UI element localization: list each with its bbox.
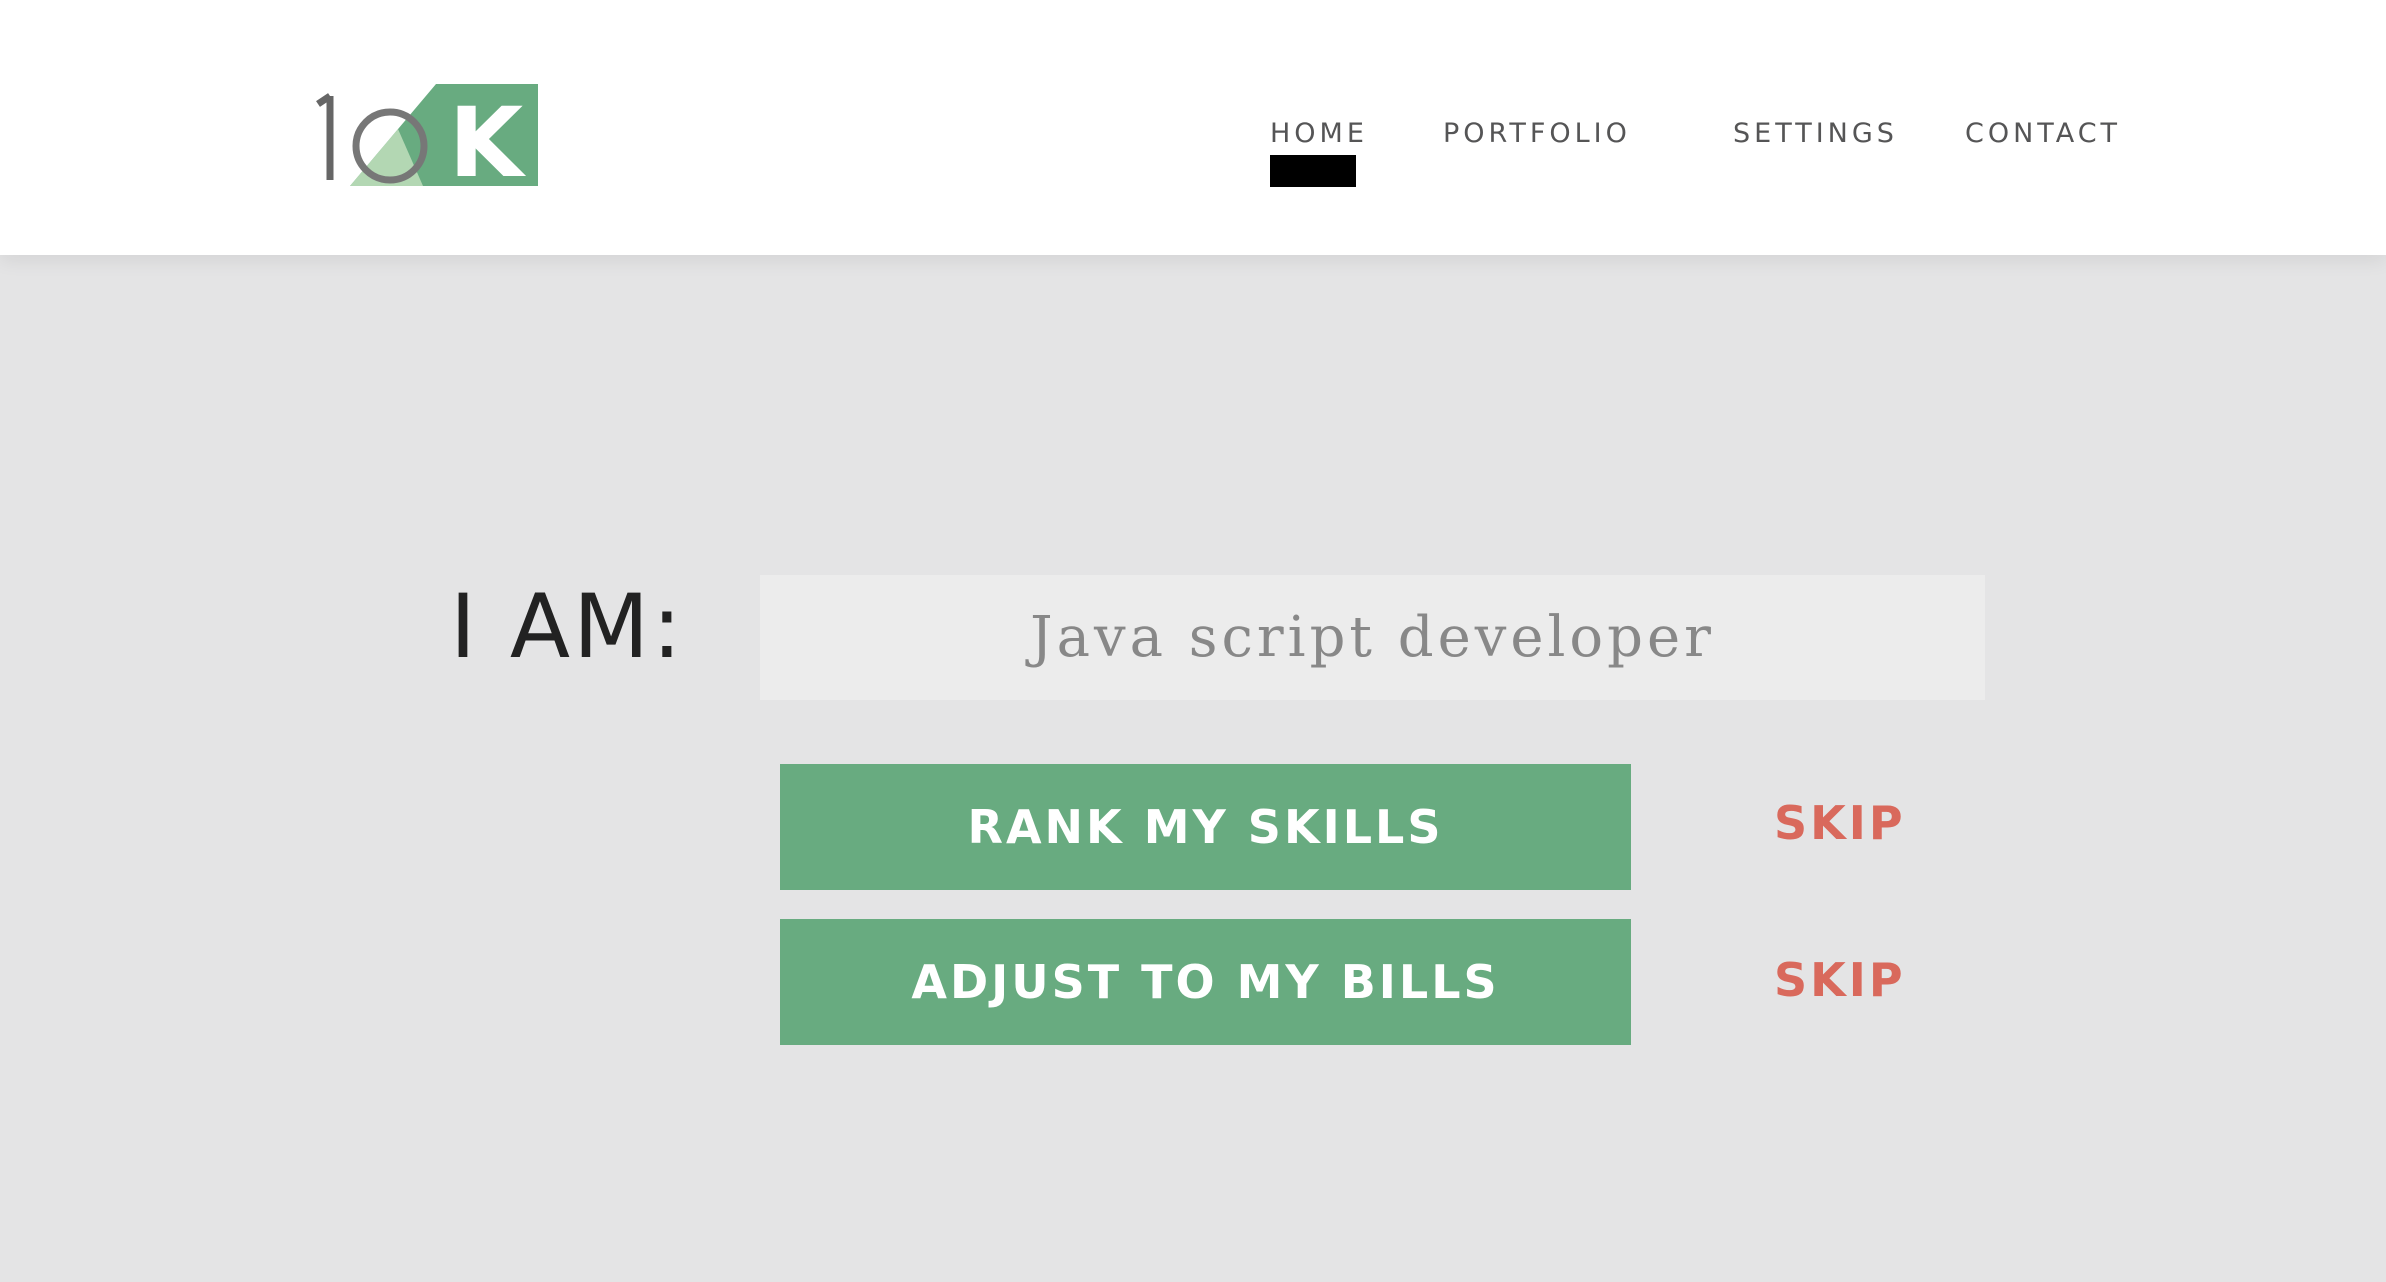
logo-letter-k: K xyxy=(449,87,527,186)
nav-home[interactable]: HOME xyxy=(1270,118,1368,149)
logo[interactable]: K 10 xyxy=(308,84,538,186)
logo-digits-text: 10 xyxy=(308,84,310,85)
i-am-label: I AM: xyxy=(450,575,685,678)
nav-portfolio[interactable]: PORTFOLIO xyxy=(1443,118,1631,149)
nav-settings[interactable]: SETTINGS xyxy=(1733,118,1898,149)
skip-bills-link[interactable]: SKIP xyxy=(1774,957,1906,1003)
skip-rank-link[interactable]: SKIP xyxy=(1774,800,1906,846)
adjust-to-my-bills-button[interactable]: ADJUST TO MY BILLS xyxy=(780,919,1631,1045)
site-header: K 10 HOME PORTFOLIO SETTINGS CONTACT xyxy=(0,0,2386,255)
nav-contact[interactable]: CONTACT xyxy=(1965,118,2121,149)
rank-my-skills-button[interactable]: RANK MY SKILLS xyxy=(780,764,1631,890)
nav-active-indicator xyxy=(1270,155,1356,187)
role-input[interactable] xyxy=(760,575,1985,700)
